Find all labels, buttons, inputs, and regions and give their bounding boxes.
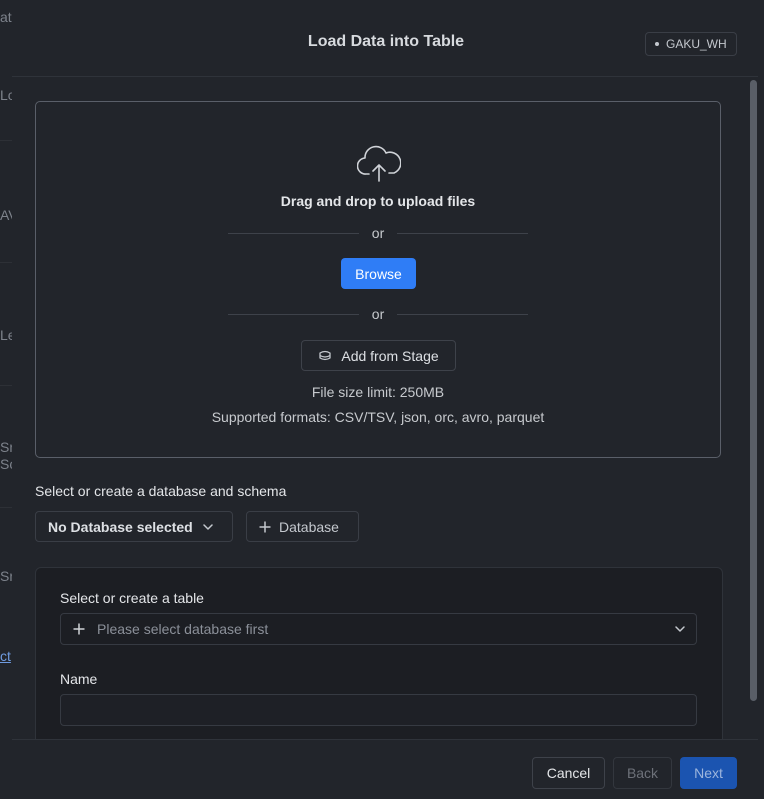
supported-formats: Supported formats: CSV/TSV, json, orc, a… (211, 409, 545, 425)
bg-text: Sc (0, 456, 12, 472)
load-data-modal: Load Data into Table GAKU_WH Drag and dr… (12, 0, 764, 799)
plus-icon (73, 623, 85, 635)
stage-icon (319, 350, 332, 361)
bg-text: AV (0, 207, 12, 223)
bg-divider (0, 507, 12, 508)
database-select-value: No Database selected (48, 518, 193, 535)
background-page: at Lo AV Le Sn Sc Sn ct (0, 0, 12, 799)
or-text: or (371, 225, 385, 241)
plus-icon (259, 521, 271, 532)
table-name-input[interactable] (60, 694, 697, 726)
dropzone-heading: Drag and drop to upload files (280, 193, 476, 209)
bg-text: Sn (0, 439, 12, 455)
table-select-placeholder: Please select database first (97, 621, 269, 637)
or-text: or (371, 306, 385, 322)
add-from-stage-button[interactable]: Add from Stage (301, 340, 456, 371)
add-from-stage-label: Add from Stage (341, 347, 439, 364)
cancel-button[interactable]: Cancel (532, 757, 605, 789)
bg-text: at (0, 9, 12, 25)
chevron-down-icon (675, 626, 685, 632)
bg-text: Le (0, 327, 12, 343)
table-select[interactable]: Please select database first (60, 613, 697, 645)
bg-text: Sn (0, 568, 12, 584)
modal-header: Load Data into Table GAKU_WH (12, 0, 764, 77)
next-button[interactable]: Next (680, 757, 737, 789)
warehouse-badge[interactable]: GAKU_WH (645, 32, 737, 56)
browse-button[interactable]: Browse (341, 258, 416, 289)
database-section-label: Select or create a database and schema (35, 483, 287, 499)
background-page-edge (758, 0, 764, 799)
table-panel: Select or create a table Please select d… (35, 567, 723, 739)
file-dropzone[interactable]: Drag and drop to upload files or Browse … (35, 101, 721, 458)
name-label: Name (60, 671, 98, 687)
warehouse-name: GAKU_WH (666, 37, 727, 51)
bg-text: Lo (0, 87, 12, 103)
file-size-limit: File size limit: 250MB (311, 384, 445, 400)
table-section-label: Select or create a table (60, 590, 204, 606)
bg-divider (0, 262, 12, 263)
bg-link[interactable]: ct (0, 648, 11, 664)
scrollbar-thumb[interactable] (750, 80, 757, 701)
add-database-label: Database (279, 518, 339, 535)
or-separator: or (228, 225, 529, 241)
modal-body: Drag and drop to upload files or Browse … (12, 77, 764, 739)
or-separator: or (228, 306, 529, 322)
modal-footer: Cancel Back Next (12, 739, 764, 799)
cloud-upload-icon (357, 145, 401, 182)
database-select[interactable]: No Database selected (35, 511, 233, 542)
bg-divider (0, 385, 12, 386)
back-button[interactable]: Back (613, 757, 672, 789)
bg-divider (0, 140, 12, 141)
status-dot-icon (655, 42, 659, 46)
chevron-down-icon (202, 523, 213, 530)
add-database-button[interactable]: Database (246, 511, 359, 542)
